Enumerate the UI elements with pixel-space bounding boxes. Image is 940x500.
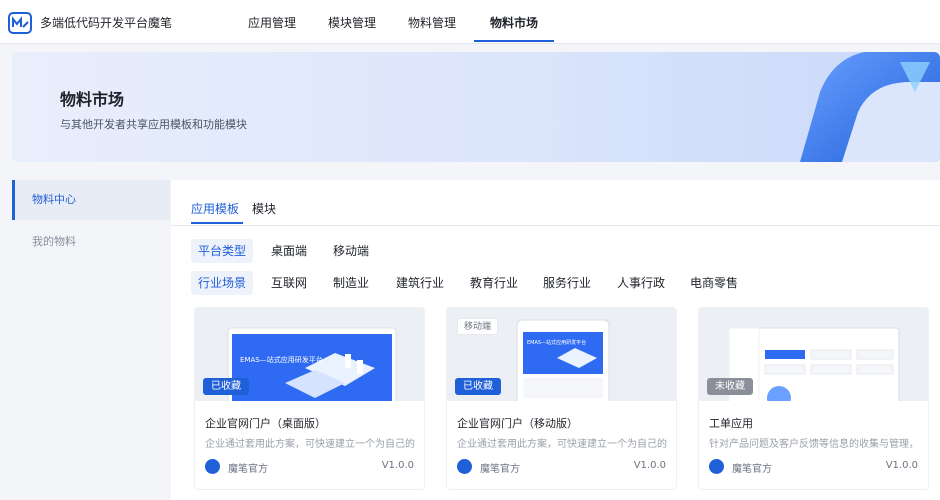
card-author: 魔笔官方 (732, 464, 772, 475)
tab-divider (171, 225, 940, 226)
mobi-logo-icon[interactable] (8, 12, 32, 34)
nav-module-management[interactable]: 模块管理 (316, 0, 388, 44)
nav-material-management[interactable]: 物料管理 (396, 0, 468, 44)
filter-ecommerce[interactable]: 电商零售 (683, 271, 745, 295)
author-avatar-icon (709, 459, 724, 474)
nav-active-indicator (474, 40, 554, 42)
filter-manufacturing[interactable]: 制造业 (326, 271, 376, 295)
card-description: 企业通过套用此方案，可快速建立一个为自己的 (205, 439, 415, 450)
tab-app-templates[interactable]: 应用模板 (191, 200, 239, 217)
collected-badge[interactable]: 已收藏 (455, 378, 501, 395)
card-version: V1.0.0 (633, 460, 666, 471)
banner-3d-logo-art (800, 52, 940, 162)
filter-industry-scene[interactable]: 行业场景 (191, 271, 254, 295)
platform-tag: 移动端 (457, 318, 499, 335)
card-author: 魔笔官方 (480, 464, 520, 475)
template-card[interactable]: EMAS—站式应用研发平台 已收藏 企业官网门户（桌面版） 企业通过套用此方案，… (194, 307, 425, 490)
nav-material-market[interactable]: 物料市场 (476, 0, 552, 44)
main-content: 应用模板 模块 平台类型 桌面端 移动端 行业场景 互联网 制造业 建筑行业 教… (171, 180, 940, 500)
card-author: 魔笔官方 (228, 464, 268, 475)
filter-desktop[interactable]: 桌面端 (264, 239, 314, 263)
nav-app-management[interactable]: 应用管理 (236, 0, 308, 44)
card-title: 工单应用 (709, 417, 753, 430)
author-avatar-icon (457, 459, 472, 474)
tab-modules[interactable]: 模块 (252, 200, 276, 217)
filter-construction[interactable]: 建筑行业 (389, 271, 451, 295)
card-2-preview-text: EMAS—站式应用研发平台 (527, 339, 586, 346)
template-card[interactable]: EMAS—站式应用研发平台 移动端 已收藏 企业官网门户（移动版） 企业通过套用… (446, 307, 677, 490)
filter-internet[interactable]: 互联网 (264, 271, 314, 295)
filter-services[interactable]: 服务行业 (536, 271, 598, 295)
card-title: 企业官网门户（移动版） (457, 417, 578, 430)
app-title: 多端低代码开发平台魔笔 (40, 16, 173, 30)
card-version: V1.0.0 (381, 460, 414, 471)
page-subtitle: 与其他开发者共享应用模板和功能模块 (60, 118, 247, 131)
author-avatar-icon (205, 459, 220, 474)
sidebar-item-my-materials[interactable]: 我的物料 (12, 222, 170, 262)
card-1-preview-text: EMAS—站式应用研发平台 (240, 355, 323, 364)
uncollected-badge[interactable]: 未收藏 (707, 378, 753, 395)
filter-platform-type[interactable]: 平台类型 (191, 239, 254, 263)
page-title: 物料市场 (60, 90, 125, 109)
sidebar-item-material-center[interactable]: 物料中心 (12, 180, 170, 220)
top-navigation-bar: 多端低代码开发平台魔笔 应用管理 模块管理 物料管理 物料市场 (0, 0, 940, 44)
filter-hr-admin[interactable]: 人事行政 (610, 271, 672, 295)
card-description: 针对产品问题及客户反馈等信息的收集与管理， (709, 439, 919, 450)
collected-badge[interactable]: 已收藏 (203, 378, 249, 395)
template-card[interactable]: 未收藏 工单应用 针对产品问题及客户反馈等信息的收集与管理， 魔笔官方 V1.0… (698, 307, 929, 490)
tab-active-indicator (191, 222, 243, 224)
card-title: 企业官网门户（桌面版） (205, 417, 326, 430)
filter-education[interactable]: 教育行业 (463, 271, 525, 295)
card-version: V1.0.0 (885, 460, 918, 471)
card-description: 企业通过套用此方案，可快速建立一个为自己的 (457, 439, 667, 450)
sidebar: 物料中心 我的物料 (12, 180, 170, 500)
market-banner: 物料市场 与其他开发者共享应用模板和功能模块 (12, 52, 940, 162)
filter-mobile[interactable]: 移动端 (326, 239, 376, 263)
